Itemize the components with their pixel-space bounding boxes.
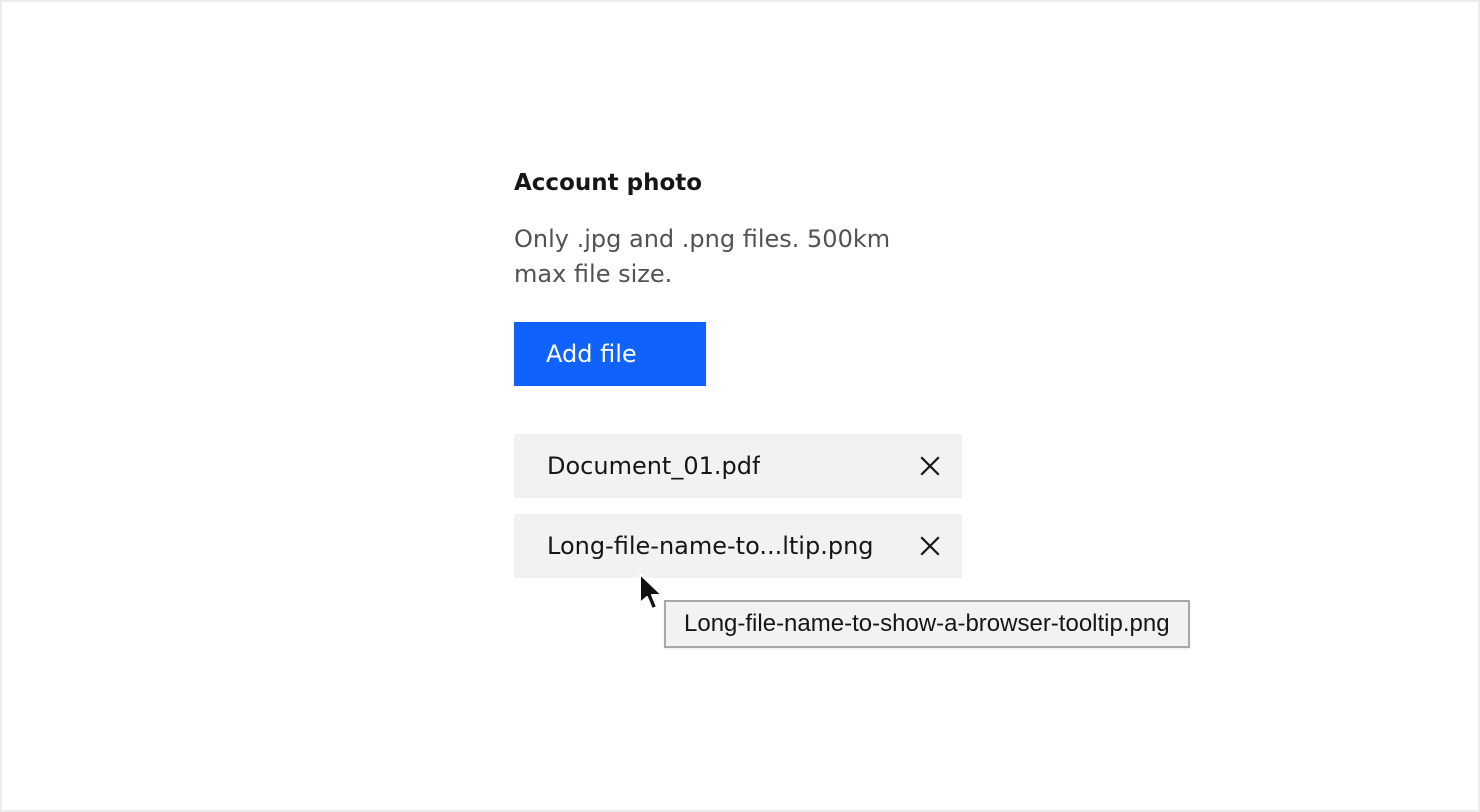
add-file-button[interactable]: Add file	[514, 322, 706, 386]
uploader-description: Only .jpg and .png files. 500km max file…	[514, 225, 891, 288]
close-icon	[920, 456, 940, 476]
file-item-long-file-name: Long-file-name-to...ltip.png	[514, 514, 962, 578]
file-name-truncated: Long-file-name-to...ltip.png	[547, 532, 874, 560]
close-icon	[920, 536, 940, 556]
remove-file-button[interactable]	[916, 532, 944, 560]
page-frame: Account photo Only .jpg and .png files. …	[0, 0, 1480, 812]
file-name: Document_01.pdf	[547, 452, 761, 480]
file-uploader: Account photo Only .jpg and .png files. …	[514, 168, 974, 578]
uploader-title: Account photo	[514, 170, 703, 196]
pointer-cursor-icon	[639, 573, 663, 610]
browser-tooltip: Long-file-name-to-show-a-browser-tooltip…	[664, 600, 1190, 648]
remove-file-button[interactable]	[916, 452, 944, 480]
file-item-document-01: Document_01.pdf	[514, 434, 962, 498]
